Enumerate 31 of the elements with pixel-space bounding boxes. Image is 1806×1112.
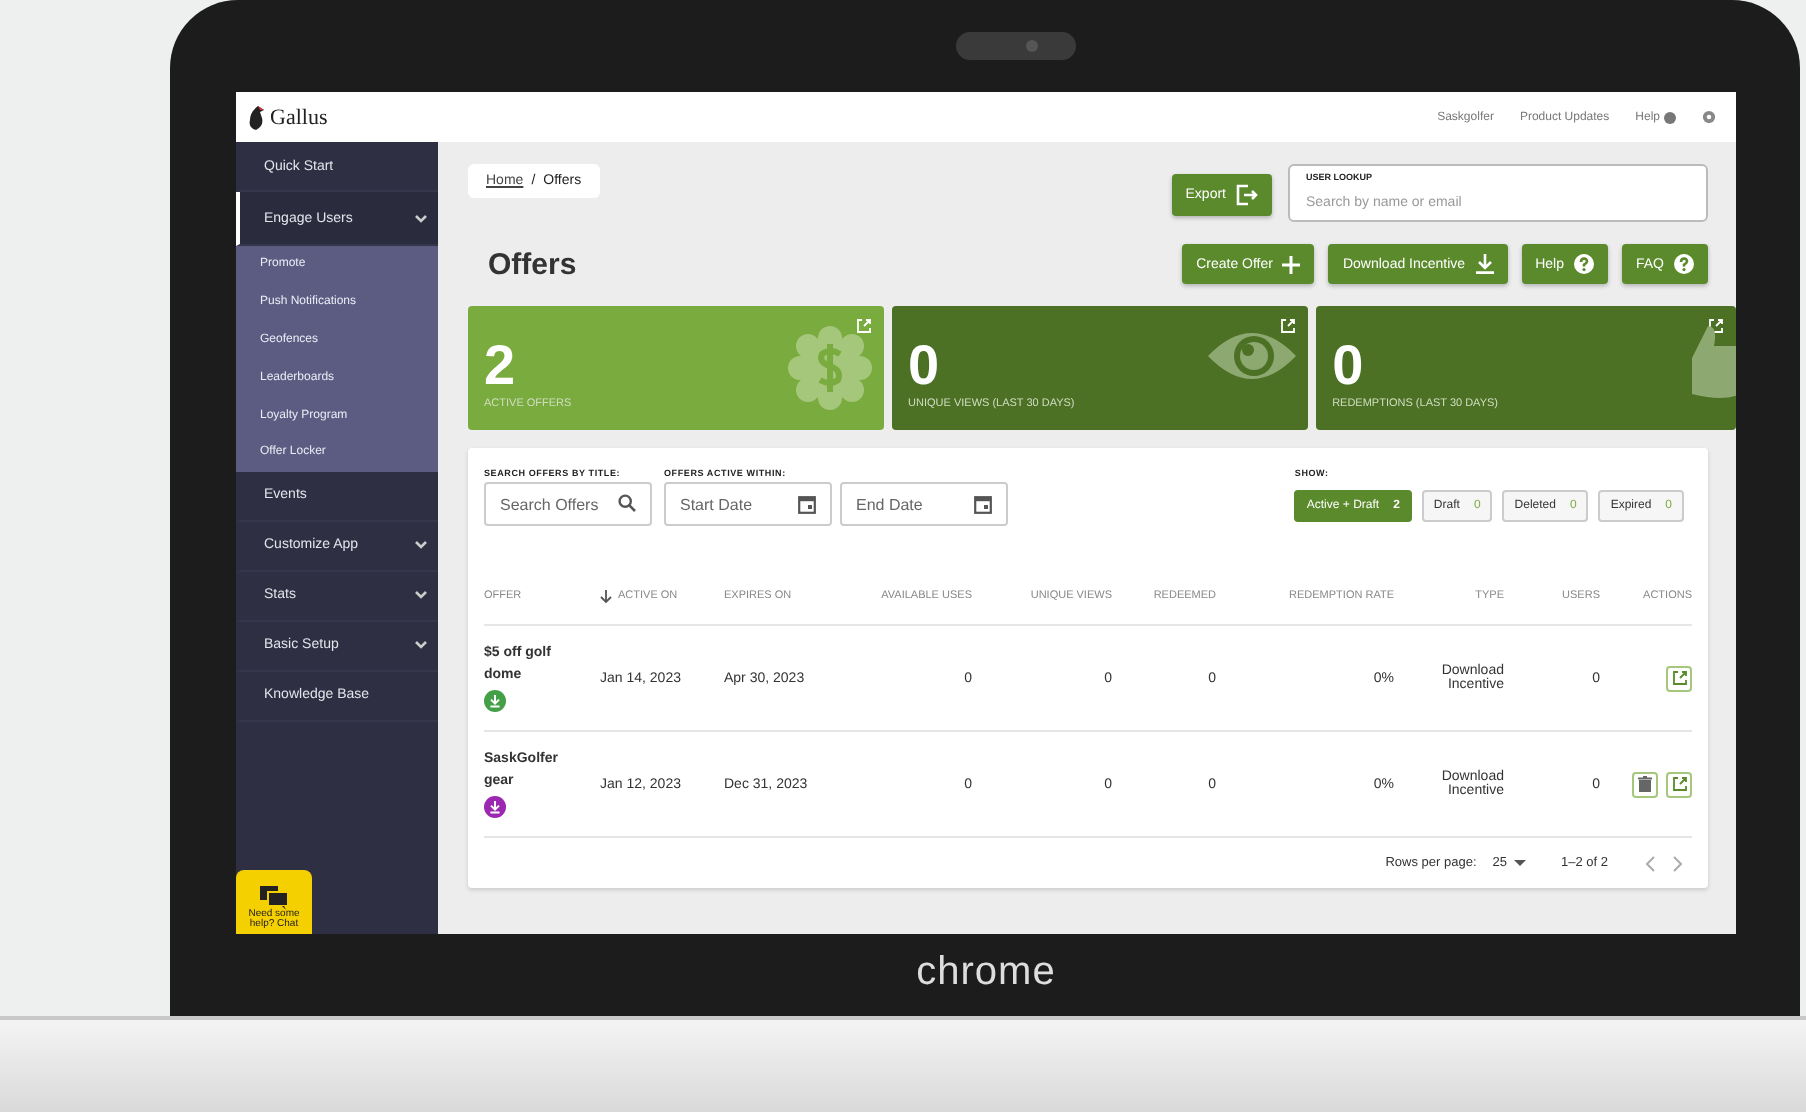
app-logo-text: Gallus: [270, 105, 328, 129]
camera-icon: [956, 32, 1076, 60]
external-link-icon: [1671, 670, 1687, 686]
page-title: Offers: [488, 247, 577, 281]
search-field[interactable]: Search Offers: [484, 482, 652, 526]
caret-icon: [1513, 859, 1525, 867]
stat-value: 2: [484, 338, 516, 394]
export-icon: [1236, 184, 1258, 206]
calendar-icon: [974, 494, 992, 514]
search-icon: [618, 494, 636, 512]
dollar-badge-icon: [788, 326, 873, 410]
open-link-button[interactable]: [1666, 665, 1692, 691]
previous-page-icon[interactable]: [1644, 855, 1656, 871]
next-page-icon[interactable]: [1672, 855, 1684, 871]
settings-icon[interactable]: [1702, 110, 1716, 124]
sort-arrow-icon: [600, 589, 612, 603]
stat-value: 0: [908, 338, 940, 394]
chat-icon: [260, 885, 288, 909]
calendar-icon: [798, 494, 816, 514]
trash-icon: [1638, 776, 1652, 792]
external-link-icon[interactable]: [1280, 318, 1297, 334]
plus-icon: [1282, 255, 1301, 273]
device-brand-label: chrome: [914, 950, 1058, 996]
external-link-icon[interactable]: [856, 318, 873, 334]
external-link-icon: [1671, 776, 1687, 792]
open-link-button[interactable]: [1666, 771, 1692, 797]
start-date-field[interactable]: Start Date: [664, 482, 832, 526]
stat-value: 0: [1332, 338, 1364, 394]
delete-button[interactable]: [1632, 771, 1658, 797]
download-icon: [1475, 254, 1494, 274]
end-date-field[interactable]: End Date: [840, 482, 1008, 526]
